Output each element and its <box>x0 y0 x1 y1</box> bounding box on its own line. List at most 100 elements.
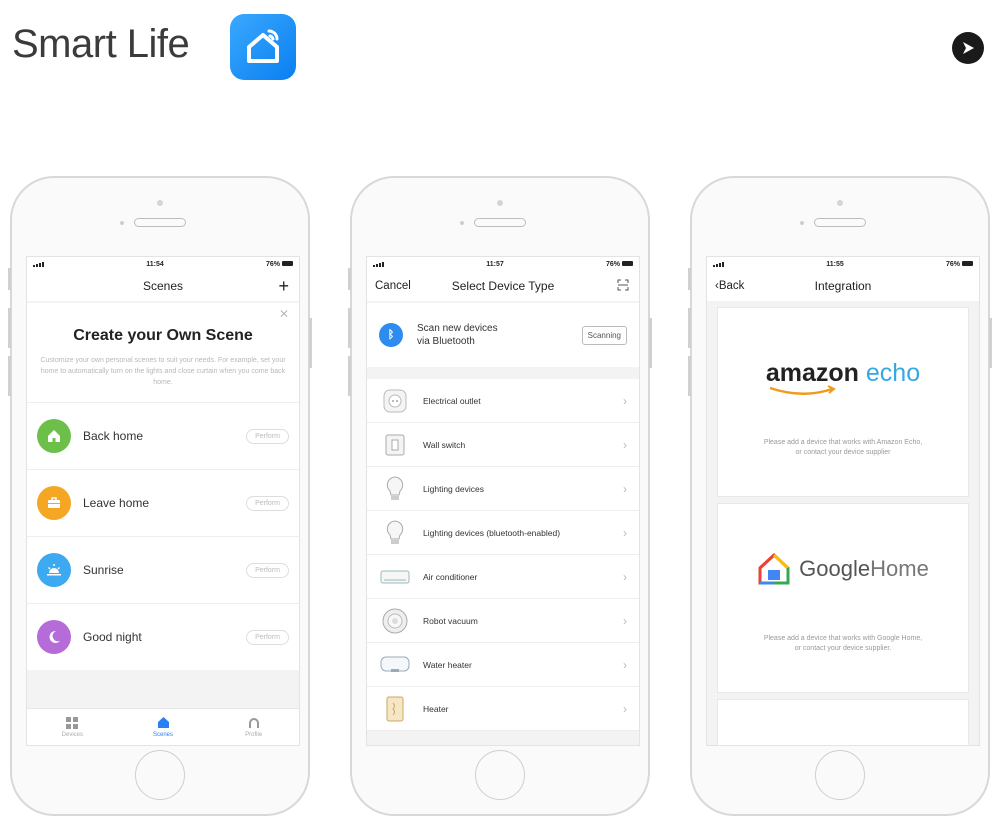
chevron-right-icon: › <box>623 701 627 716</box>
device-type-list: Electrical outlet › Wall switch › Lighti… <box>367 379 639 731</box>
bluetooth-line-1: Scan new devices <box>417 323 498 334</box>
tab-scenes[interactable]: Scenes <box>118 709 209 745</box>
status-bar: 11:54 76% <box>27 257 299 271</box>
next-button[interactable] <box>952 32 984 64</box>
nav-bar: ‹Back Integration <box>707 271 979 301</box>
page-title: Scenes <box>142 279 184 293</box>
phone-integration: 11:55 76% ‹Back Integration amazon echo … <box>688 176 992 816</box>
play-arrow-icon <box>963 42 974 54</box>
device-row-robot-vacuum[interactable]: Robot vacuum › <box>367 599 639 643</box>
nav-bar: Scenes + <box>27 271 299 301</box>
smart-life-logo <box>230 14 296 80</box>
integration-card-google-home[interactable]: GoogleHome Please add a device that work… <box>717 503 969 693</box>
signal-icon <box>373 261 384 267</box>
device-row-lighting-bluetooth[interactable]: Lighting devices (bluetooth-enabled) › <box>367 511 639 555</box>
add-scene-button[interactable]: + <box>278 276 289 297</box>
device-row-electrical-outlet[interactable]: Electrical outlet › <box>367 379 639 423</box>
card-title: Create your Own Scene <box>73 327 253 344</box>
tab-devices[interactable]: Devices <box>27 709 118 745</box>
home-button[interactable] <box>135 750 185 800</box>
scene-label: Good night <box>83 630 142 644</box>
device-row-air-conditioner[interactable]: Air conditioner › <box>367 555 639 599</box>
google-home-icon <box>758 552 790 585</box>
perform-button[interactable]: Perform <box>246 428 289 444</box>
chevron-right-icon: › <box>623 657 627 672</box>
phone-scenes: 11:54 76% Scenes + ✕ Create your Own Sce… <box>8 176 312 816</box>
tab-profile[interactable]: Profile <box>208 709 299 745</box>
scan-qr-icon[interactable] <box>617 279 629 294</box>
wall-switch-icon <box>379 429 411 461</box>
tab-bar: Devices Scenes Profile <box>27 708 299 745</box>
bluetooth-icon: ᛒ <box>379 323 403 347</box>
bluetooth-scan-row: ᛒ Scan new devices via Bluetooth Scannin… <box>367 303 639 367</box>
create-scene-card: ✕ Create your Own Scene Customize your o… <box>27 303 299 402</box>
google-home-logo: GoogleHome <box>757 552 929 586</box>
signal-icon <box>713 261 724 267</box>
chevron-right-icon: › <box>623 393 627 408</box>
bulb-icon <box>379 517 411 549</box>
bulb-icon <box>379 473 411 505</box>
scene-label: Sunrise <box>83 563 124 577</box>
heater-icon <box>379 693 411 725</box>
status-bar: 11:57 76% <box>367 257 639 271</box>
status-battery: 76% <box>265 260 280 268</box>
outlet-icon <box>379 385 411 417</box>
chevron-right-icon: › <box>623 481 627 496</box>
close-icon[interactable]: ✕ <box>279 307 289 321</box>
scene-list: Back home Perform Leave home Perform Sun… <box>27 402 299 670</box>
cancel-button[interactable]: Cancel <box>375 280 411 292</box>
air-conditioner-icon <box>379 561 411 593</box>
scene-row-sunrise[interactable]: Sunrise Perform <box>27 536 299 603</box>
chevron-right-icon: › <box>623 569 627 584</box>
screen: 11:55 76% ‹Back Integration amazon echo … <box>706 256 980 746</box>
device-row-water-heater[interactable]: Water heater › <box>367 643 639 687</box>
perform-button[interactable]: Perform <box>246 495 289 511</box>
chevron-right-icon: › <box>623 525 627 540</box>
briefcase-icon <box>37 486 71 520</box>
device-row-heater[interactable]: Heater › <box>367 687 639 731</box>
card-description: Customize your own personal scenes to su… <box>40 357 286 386</box>
screen: 11:57 76% Cancel Select Device Type ᛒ Sc… <box>366 256 640 746</box>
scene-row-good-night[interactable]: Good night Perform <box>27 603 299 670</box>
perform-button[interactable]: Perform <box>246 629 289 645</box>
page-title: Select Device Type <box>451 279 555 293</box>
page-title: Integration <box>814 279 872 293</box>
profile-icon <box>248 717 259 728</box>
house-icon <box>157 717 169 728</box>
sunrise-icon <box>37 553 71 587</box>
chevron-right-icon: › <box>623 613 627 628</box>
bluetooth-line-2: via Bluetooth <box>417 336 475 347</box>
scene-row-back-home[interactable]: Back home Perform <box>27 402 299 469</box>
status-time: 11:55 <box>826 260 844 268</box>
home-button[interactable] <box>475 750 525 800</box>
chevron-right-icon: › <box>623 437 627 452</box>
status-time: 11:57 <box>486 260 504 268</box>
back-button[interactable]: ‹Back <box>715 280 744 292</box>
scene-label: Leave home <box>83 496 150 510</box>
integration-card-partial[interactable] <box>717 699 969 745</box>
scene-row-leave-home[interactable]: Leave home Perform <box>27 469 299 536</box>
amazon-echo-logo: amazon echo <box>718 308 968 438</box>
perform-button[interactable]: Perform <box>246 562 289 578</box>
grid-icon <box>66 716 79 729</box>
home-button[interactable] <box>815 750 865 800</box>
robot-vacuum-icon <box>379 605 411 637</box>
battery-icon <box>281 261 293 267</box>
amazon-smile-icon <box>769 384 836 395</box>
status-bar: 11:55 76% <box>707 257 979 271</box>
app-title: Smart Life <box>12 22 190 66</box>
device-row-wall-switch[interactable]: Wall switch › <box>367 423 639 467</box>
status-battery: 76% <box>945 260 960 268</box>
screen: 11:54 76% Scenes + ✕ Create your Own Sce… <box>26 256 300 746</box>
status-battery: 76% <box>605 260 620 268</box>
nav-bar: Cancel Select Device Type <box>367 271 639 301</box>
scene-label: Back home <box>83 429 144 443</box>
battery-icon <box>961 261 973 267</box>
device-row-lighting-devices[interactable]: Lighting devices › <box>367 467 639 511</box>
integration-card-amazon-echo[interactable]: amazon echo Please add a device that wor… <box>717 307 969 497</box>
moon-icon <box>37 620 71 654</box>
battery-icon <box>621 261 633 267</box>
signal-icon <box>33 261 44 267</box>
scanning-button[interactable]: Scanning <box>581 325 627 345</box>
status-time: 11:54 <box>146 260 164 268</box>
